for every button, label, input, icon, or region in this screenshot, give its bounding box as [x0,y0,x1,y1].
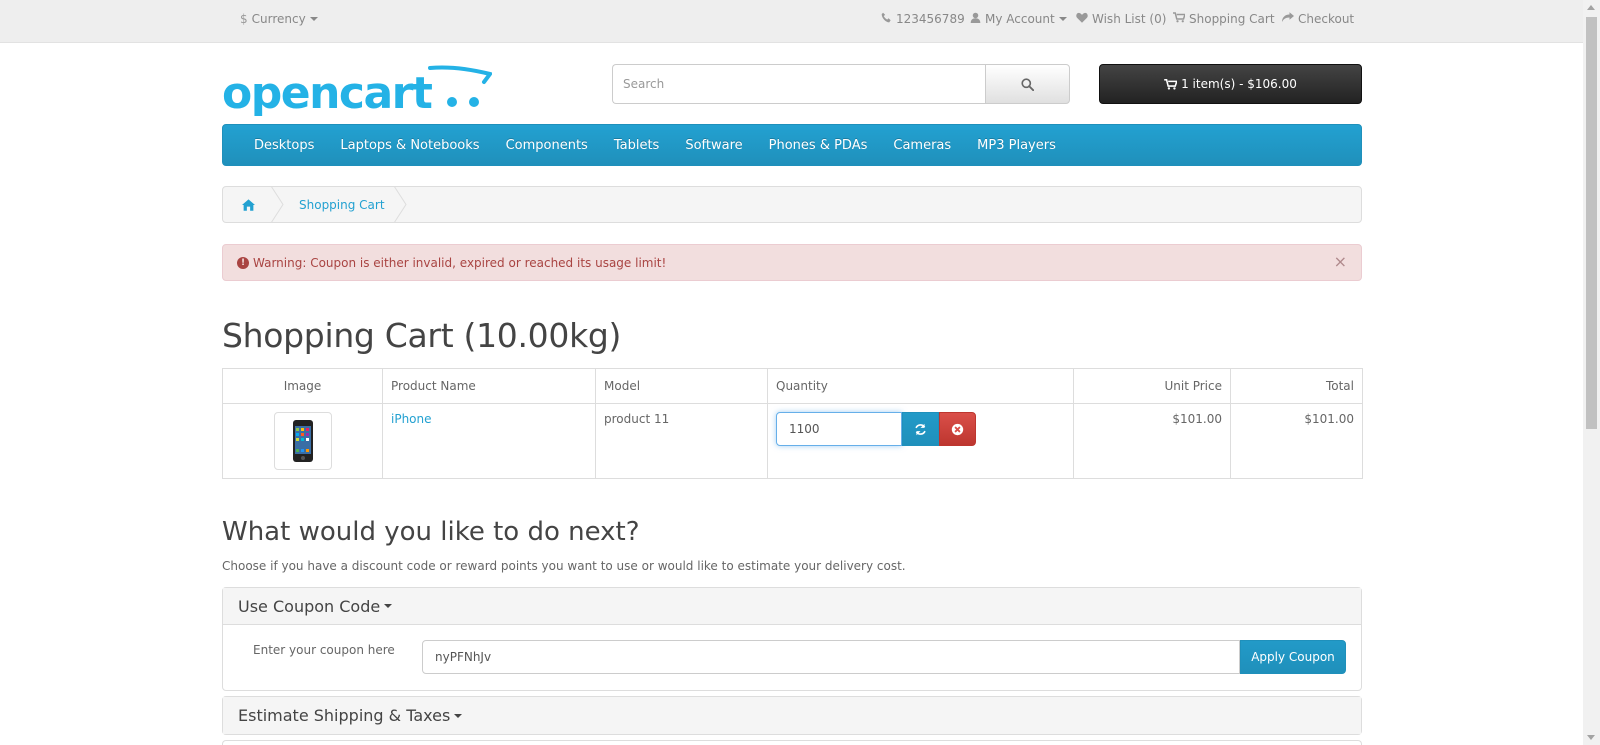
breadcrumb: Shopping Cart [222,186,1362,223]
coupon-panel-title: Use Coupon Code [238,596,381,616]
page-scrollbar[interactable] [1583,0,1600,745]
wish-list-label: Wish List (0) [1092,12,1167,26]
logo-text: opencart [222,68,433,116]
shopping-cart-link[interactable]: Shopping Cart [1173,12,1275,26]
menu-item-tablets[interactable]: Tablets [601,138,673,153]
logo-wheel-left [447,97,457,107]
logo-cart-handle [428,65,494,84]
search-input[interactable] [612,64,985,104]
product-name-cell: iPhone [382,403,596,479]
caret-down-icon [454,713,463,718]
next-steps-description: Choose if you have a discount code or re… [222,559,906,573]
total-cell: $101.00 [1230,403,1363,479]
my-account-dropdown[interactable]: My Account [970,12,1067,26]
dollar-icon: $ [240,12,248,26]
quantity-group [776,412,976,446]
phone-icon [881,12,892,26]
cart-icon [1164,78,1178,90]
product-thumbnail[interactable] [273,412,332,470]
scroll-up-arrow-icon[interactable] [1587,5,1595,10]
top-bar: $ Currency 123456789 My Account Wish Lis… [0,0,1583,43]
exclamation-circle-icon: ! [237,256,249,269]
table-row: iPhone product 11 $101.00 $101.00 [222,403,1363,479]
scroll-down-arrow-icon[interactable] [1587,735,1595,740]
cart-total-label: 1 item(s) - $106.00 [1181,77,1297,91]
product-image-cell [222,403,383,479]
home-icon [241,198,255,211]
shipping-panel-title: Estimate Shipping & Taxes [238,706,451,725]
user-icon [970,12,981,26]
close-icon[interactable]: × [1334,254,1347,270]
my-account-label: My Account [985,12,1055,26]
coupon-label: Enter your coupon here [253,643,395,657]
header-total: Total [1230,368,1363,404]
coupon-panel: Use Coupon Code Enter your coupon here A… [222,587,1362,691]
header-product-name: Product Name [382,368,596,404]
apply-coupon-button[interactable]: Apply Coupon [1240,640,1346,674]
alert-text: Warning: Coupon is either invalid, expir… [253,255,667,270]
phone-link[interactable]: 123456789 [881,12,965,26]
search-icon [1021,77,1034,91]
opencart-logo[interactable]: opencart [222,62,494,119]
menu-item-phones-pdas[interactable]: Phones & PDAs [756,138,881,153]
update-button[interactable] [902,412,939,446]
header-unit-price: Unit Price [1073,368,1231,404]
menu-item-cameras[interactable]: Cameras [880,138,964,153]
menu-item-mp3-players[interactable]: MP3 Players [964,138,1069,153]
iphone-image [292,420,313,462]
header-quantity: Quantity [767,368,1074,404]
caret-down-icon [309,17,318,21]
menu-item-laptops-notebooks[interactable]: Laptops & Notebooks [327,138,492,153]
menu-item-desktops[interactable]: Desktops [241,138,327,153]
shipping-panel: Estimate Shipping & Taxes [222,696,1362,735]
coupon-input[interactable] [422,640,1240,674]
breadcrumb-separator [394,186,407,223]
phone-number: 123456789 [896,12,965,26]
scrollbar-thumb[interactable] [1586,17,1597,429]
checkout-label: Checkout [1298,12,1355,26]
next-panel-edge [222,740,1362,745]
shopping-cart-label: Shopping Cart [1189,12,1275,26]
breadcrumb-home[interactable] [223,187,273,222]
page-title: Shopping Cart (10.00kg) [222,316,622,355]
caret-down-icon [1058,17,1067,21]
shipping-panel-heading[interactable]: Estimate Shipping & Taxes [223,697,1361,734]
model-cell: product 11 [595,403,768,479]
quantity-input[interactable] [776,412,902,446]
table-header-row: Image Product Name Model Quantity Unit P… [222,368,1363,404]
menu-item-software[interactable]: Software [672,138,755,153]
caret-down-icon [384,604,393,608]
main-menu: Desktops Laptops & Notebooks Components … [222,124,1362,166]
breadcrumb-shopping-cart[interactable]: Shopping Cart [273,198,385,212]
remove-circle-icon [951,423,964,435]
remove-button[interactable] [939,412,976,446]
refresh-icon [915,423,926,435]
cart-total-button[interactable]: 1 item(s) - $106.00 [1099,64,1362,104]
coupon-panel-body: Enter your coupon here Apply Coupon [223,625,1361,687]
share-icon [1282,12,1294,26]
quantity-cell [767,403,1074,479]
coupon-panel-heading[interactable]: Use Coupon Code [223,588,1361,625]
cart-icon [1173,12,1187,26]
header-image: Image [222,368,383,404]
currency-dropdown[interactable]: $ Currency [240,12,318,26]
unit-price-cell: $101.00 [1073,403,1231,479]
menu-item-components[interactable]: Components [493,138,601,153]
logo-wheel-right [469,97,479,107]
search-group [612,64,1070,104]
checkout-link[interactable]: Checkout [1282,12,1354,26]
cart-table: Image Product Name Model Quantity Unit P… [222,368,1363,479]
wish-list-link[interactable]: Wish List (0) [1076,12,1166,26]
logo-graphic: opencart [222,65,494,119]
product-link[interactable]: iPhone [391,412,432,426]
search-button[interactable] [985,64,1070,104]
currency-label: Currency [251,12,306,26]
heart-icon [1076,12,1088,26]
coupon-warning-alert: ! Warning: Coupon is either invalid, exp… [222,244,1362,281]
next-steps-title: What would you like to do next? [222,517,640,547]
header-model: Model [595,368,768,404]
